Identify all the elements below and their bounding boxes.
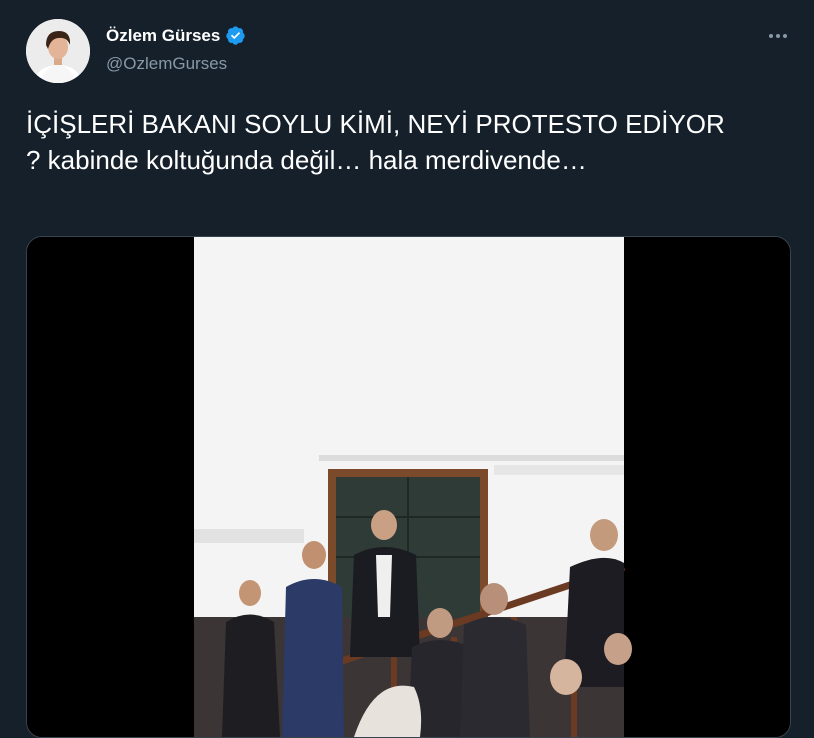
video-player[interactable]	[26, 236, 791, 738]
author-handle[interactable]: @OzlemGurses	[106, 54, 227, 74]
tweet-text: İÇİŞLERİ BAKANI SOYLU KİMİ, NEYİ PROTEST…	[26, 109, 725, 175]
dot	[783, 34, 787, 38]
more-horizontal-icon[interactable]	[763, 24, 793, 48]
display-name[interactable]: Özlem Gürses	[106, 26, 220, 46]
profile-photo-icon	[26, 19, 90, 83]
dot	[769, 34, 773, 38]
video-frame-parliament-icon	[27, 237, 790, 737]
dot	[776, 34, 780, 38]
author-name-row[interactable]: Özlem Gürses	[106, 25, 246, 46]
verified-badge-icon	[226, 26, 246, 45]
avatar[interactable]	[26, 19, 90, 83]
tweet: Özlem Gürses @OzlemGurses İÇİŞLERİ BAKAN…	[0, 0, 814, 738]
